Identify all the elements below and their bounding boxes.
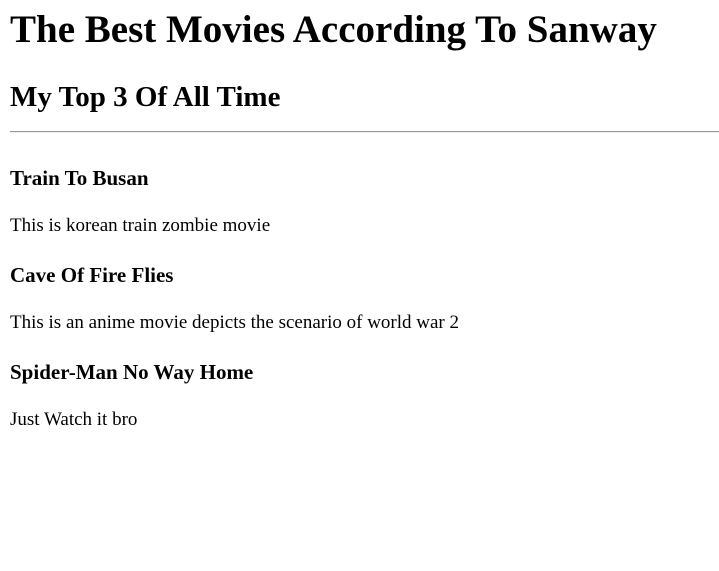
divider bbox=[10, 131, 719, 133]
page: The Best Movies According To Sanway My T… bbox=[0, 0, 719, 571]
movie-description: Just Watch it bro bbox=[10, 409, 138, 430]
page-subtitle: My Top 3 Of All Time bbox=[10, 81, 281, 113]
movie-description: This is an anime movie depicts the scena… bbox=[10, 312, 460, 333]
movie-title: Cave Of Fire Flies bbox=[10, 263, 174, 287]
page-title: The Best Movies According To Sanway bbox=[10, 8, 657, 51]
movie-description: This is korean train zombie movie bbox=[10, 215, 271, 236]
movie-title: Train To Busan bbox=[10, 166, 149, 190]
movie-title: Spider-Man No Way Home bbox=[10, 360, 254, 384]
